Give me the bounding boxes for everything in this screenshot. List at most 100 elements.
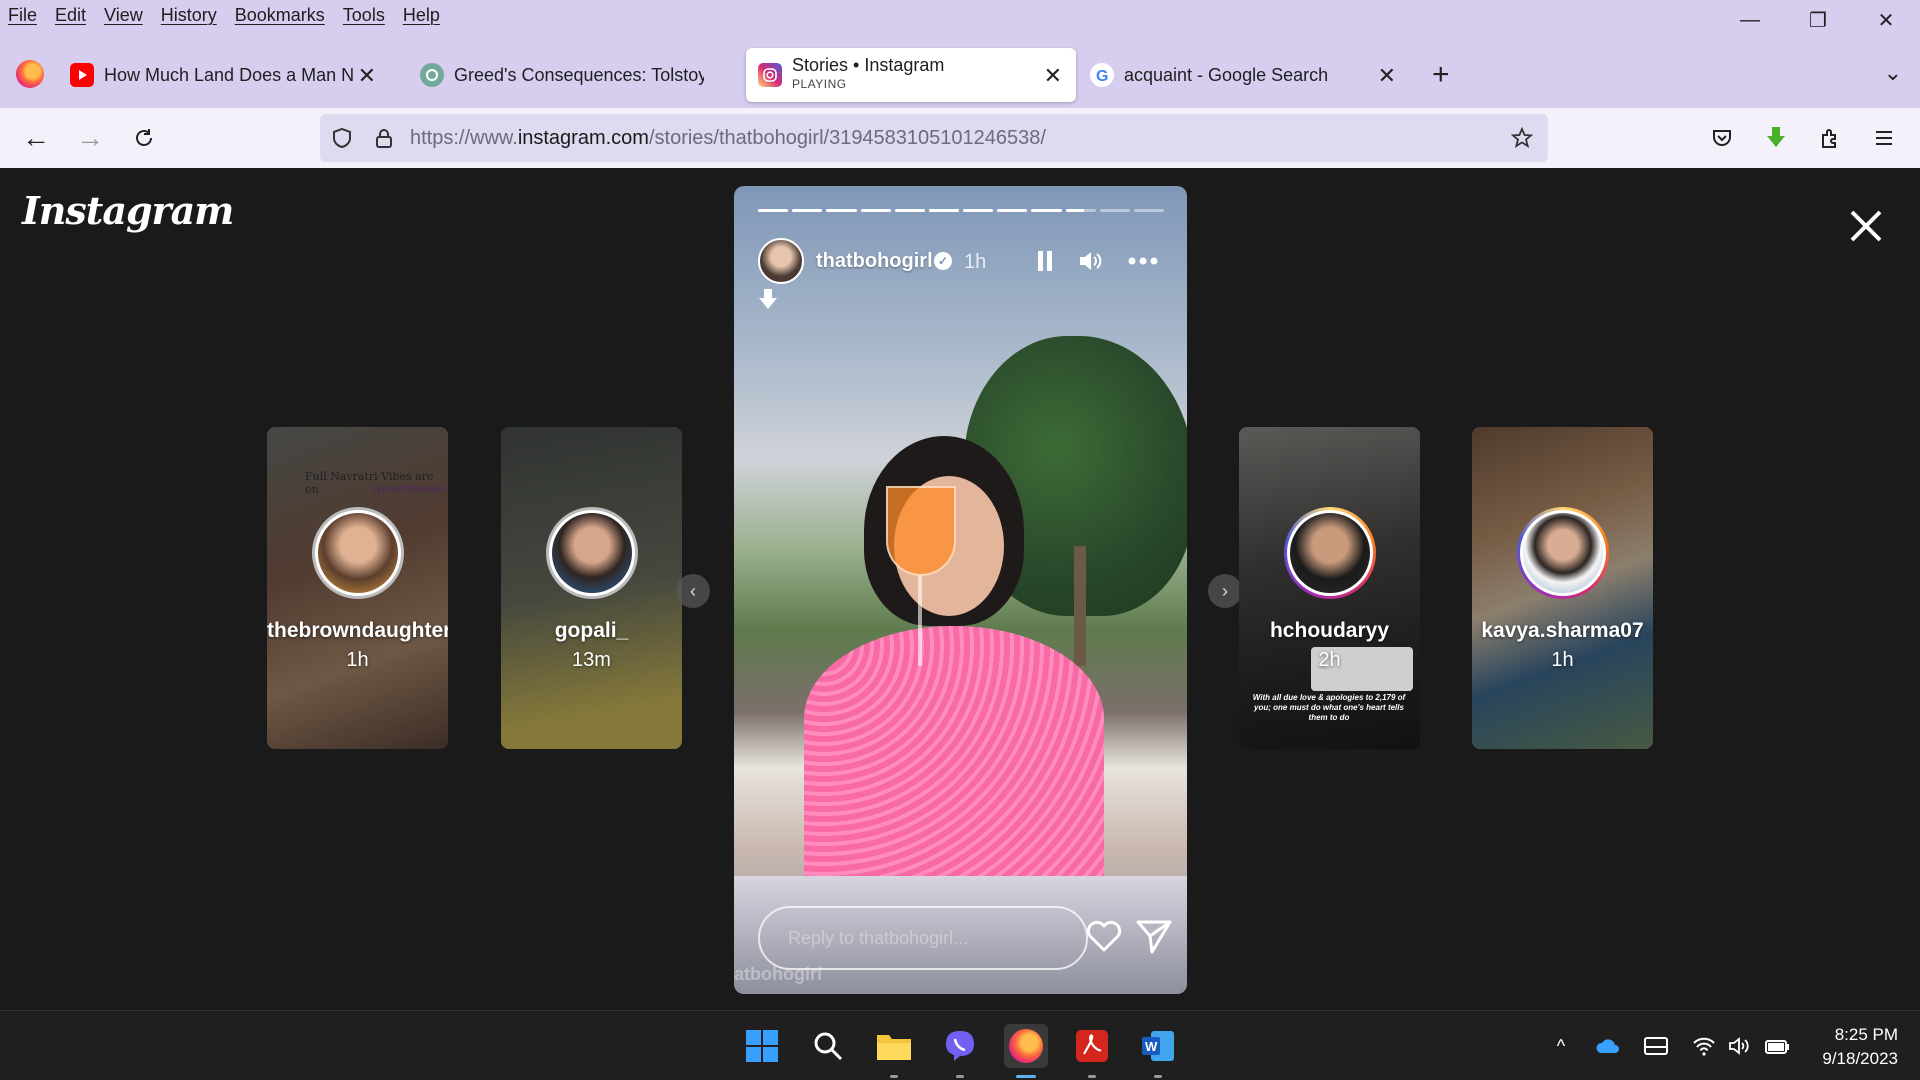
url-text: https://www.instagram.com/stories/thatbo… bbox=[410, 126, 1046, 149]
tab-playing-label: PLAYING bbox=[792, 77, 847, 91]
story-progress-segment bbox=[894, 209, 925, 212]
menu-edit[interactable]: Edit bbox=[55, 5, 86, 26]
side-story-username: hchoudaryy bbox=[1269, 619, 1390, 642]
close-tab-icon[interactable]: ✕ bbox=[1378, 63, 1396, 89]
close-tab-icon[interactable]: ✕ bbox=[1044, 63, 1062, 89]
chatgpt-icon bbox=[420, 63, 444, 87]
minimize-button[interactable]: — bbox=[1716, 0, 1784, 40]
story-progress-segment bbox=[928, 209, 960, 212]
navigation-bar: ← → https://www.instagram.com/stories/th… bbox=[0, 108, 1920, 168]
touch-keyboard-icon[interactable] bbox=[1643, 1033, 1669, 1059]
story-progress-segment bbox=[963, 209, 994, 212]
tab-title: Greed's Consequences: Tolstoy bbox=[454, 64, 704, 85]
side-story-thebrowndaughter[interactable]: Full Navratri Vibes are on @prachithelab… bbox=[267, 427, 448, 749]
avatar bbox=[312, 507, 404, 599]
story-overlay-text: With all due love & apologies to 2,179 o… bbox=[1252, 693, 1406, 722]
side-story-kavya-sharma07[interactable]: kavya.sharma07 1h bbox=[1472, 427, 1653, 749]
side-story-hchoudaryy[interactable]: With all due love & apologies to 2,179 o… bbox=[1239, 427, 1420, 749]
download-arrow-icon[interactable] bbox=[758, 288, 778, 315]
forward-button[interactable]: → bbox=[72, 120, 108, 156]
firefox-view-icon[interactable] bbox=[16, 60, 44, 88]
tab-strip: How Much Land Does a Man N ✕ Greed's Con… bbox=[0, 44, 1920, 106]
tab-chatgpt[interactable]: Greed's Consequences: Tolstoy bbox=[408, 48, 738, 102]
previous-story-chevron-icon[interactable]: ‹ bbox=[676, 574, 710, 608]
tab-instagram[interactable]: Stories • Instagram PLAYING ✕ bbox=[746, 48, 1076, 102]
system-clock[interactable]: 8:25 PM 9/18/2023 bbox=[1822, 1023, 1898, 1071]
restore-button[interactable]: ❐ bbox=[1784, 0, 1852, 40]
search-icon[interactable] bbox=[806, 1024, 850, 1068]
svg-text:G: G bbox=[1096, 68, 1108, 85]
word-icon[interactable]: W bbox=[1136, 1024, 1180, 1078]
volume-tray-icon[interactable] bbox=[1727, 1033, 1753, 1059]
battery-icon[interactable] bbox=[1764, 1033, 1790, 1059]
tab-title: How Much Land Does a Man N bbox=[104, 64, 355, 85]
menu-tools[interactable]: Tools bbox=[343, 5, 385, 26]
clock-time: 8:25 PM bbox=[1834, 1025, 1898, 1044]
side-story-age: 13m bbox=[572, 649, 611, 671]
close-stories-icon[interactable] bbox=[1846, 206, 1886, 246]
side-story-age: 1h bbox=[1551, 649, 1574, 671]
menu-bar: File Edit View History Bookmarks Tools H… bbox=[0, 0, 1920, 30]
avatar bbox=[1284, 507, 1376, 599]
tab-title: acquaint - Google Search bbox=[1124, 64, 1329, 85]
story-progress-segment bbox=[860, 209, 891, 212]
menu-history[interactable]: History bbox=[161, 5, 217, 26]
svg-text:W: W bbox=[1145, 1039, 1158, 1054]
windows-start-icon[interactable] bbox=[740, 1024, 784, 1068]
bookmark-star-icon[interactable] bbox=[1510, 126, 1534, 150]
hamburger-menu-icon[interactable] bbox=[1866, 120, 1902, 156]
side-story-age: 1h bbox=[346, 649, 369, 671]
like-heart-icon[interactable] bbox=[1084, 916, 1124, 956]
instagram-logo[interactable]: Instagram bbox=[22, 188, 234, 233]
tab-youtube[interactable]: How Much Land Does a Man N ✕ bbox=[70, 48, 390, 102]
active-story[interactable]: thatbohogirl ✓ 1h atbohogirl bbox=[734, 186, 1187, 994]
running-indicator bbox=[1154, 1075, 1162, 1078]
window-controls: — ❐ ✕ bbox=[1716, 0, 1920, 44]
volume-icon[interactable] bbox=[1074, 244, 1108, 278]
story-username[interactable]: thatbohogirl bbox=[816, 250, 933, 273]
list-all-tabs-chevron-icon[interactable]: ⌄ bbox=[1884, 60, 1902, 86]
tab-google[interactable]: G acquaint - Google Search ✕ bbox=[1090, 48, 1410, 102]
menu-view[interactable]: View bbox=[104, 5, 143, 26]
wifi-icon[interactable] bbox=[1691, 1033, 1717, 1059]
reply-field[interactable] bbox=[758, 906, 1088, 970]
story-header: thatbohogirl ✓ 1h bbox=[758, 238, 1178, 286]
next-story-chevron-icon[interactable]: › bbox=[1208, 574, 1242, 608]
share-send-icon[interactable] bbox=[1134, 916, 1174, 956]
extensions-icon[interactable] bbox=[1812, 120, 1848, 156]
url-bar[interactable]: https://www.instagram.com/stories/thatbo… bbox=[320, 114, 1548, 162]
side-story-username: kavya.sharma07 bbox=[1481, 619, 1644, 642]
reply-input[interactable] bbox=[788, 927, 1086, 949]
pause-icon[interactable] bbox=[1028, 244, 1062, 278]
menu-bookmarks[interactable]: Bookmarks bbox=[235, 5, 325, 26]
reload-button[interactable] bbox=[126, 120, 162, 156]
new-tab-button[interactable]: + bbox=[1432, 58, 1450, 92]
file-explorer-icon[interactable] bbox=[872, 1024, 916, 1078]
menu-help[interactable]: Help bbox=[403, 5, 440, 26]
google-icon: G bbox=[1090, 63, 1114, 87]
menu-file[interactable]: File bbox=[8, 5, 37, 26]
show-hidden-icons-chevron-icon[interactable]: ^ bbox=[1548, 1033, 1574, 1059]
back-button[interactable]: ← bbox=[18, 120, 54, 156]
browser-chrome: File Edit View History Bookmarks Tools H… bbox=[0, 0, 1920, 168]
story-timestamp: 1h bbox=[964, 251, 987, 273]
acrobat-icon[interactable] bbox=[1070, 1024, 1114, 1078]
story-progress-bar bbox=[758, 209, 1165, 212]
download-helper-icon[interactable] bbox=[1758, 120, 1794, 156]
pocket-icon[interactable] bbox=[1704, 120, 1740, 156]
avatar[interactable] bbox=[758, 238, 804, 284]
lock-icon[interactable] bbox=[372, 126, 396, 150]
close-window-button[interactable]: ✕ bbox=[1852, 0, 1920, 40]
story-progress-segment bbox=[1065, 209, 1096, 212]
more-options-icon[interactable] bbox=[1126, 244, 1160, 278]
firefox-taskbar-icon[interactable] bbox=[1004, 1024, 1048, 1078]
story-footer-username: atbohogirl bbox=[734, 964, 822, 984]
running-indicator bbox=[956, 1075, 964, 1078]
shield-icon[interactable] bbox=[330, 126, 354, 150]
story-progress-segment bbox=[826, 209, 857, 212]
close-tab-icon[interactable]: ✕ bbox=[358, 63, 376, 89]
instagram-icon bbox=[758, 63, 782, 87]
side-story-gopali[interactable]: gopali_ 13m bbox=[501, 427, 682, 749]
viber-icon[interactable] bbox=[938, 1024, 982, 1078]
onedrive-icon[interactable] bbox=[1595, 1033, 1621, 1059]
